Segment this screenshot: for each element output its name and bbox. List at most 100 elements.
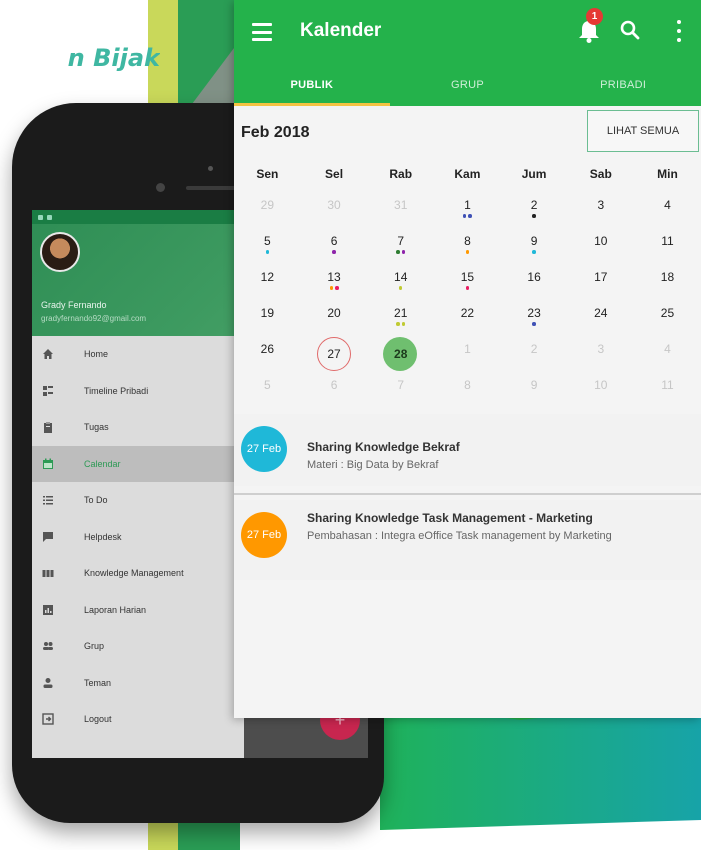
calendar-day[interactable]: 21 bbox=[367, 300, 434, 336]
menu-icon[interactable] bbox=[252, 23, 272, 41]
calendar-day[interactable]: 9 bbox=[501, 228, 568, 264]
calendar-day[interactable]: 13 bbox=[301, 264, 368, 300]
calendar-day-number: 17 bbox=[594, 270, 608, 284]
calendar-day[interactable]: 2 bbox=[501, 336, 568, 372]
event-title: Sharing Knowledge Bekraf bbox=[307, 440, 460, 454]
calendar-day-number: 29 bbox=[260, 198, 275, 212]
calendar-day-number: 3 bbox=[597, 342, 605, 356]
calendar-day-number: 2 bbox=[530, 342, 538, 356]
calendar-day-number: 16 bbox=[527, 270, 541, 284]
drawer-item-label: Calendar bbox=[84, 458, 121, 469]
calendar-week-row: 5 6 7 8 9 10 11 bbox=[234, 228, 701, 264]
event-date-badge: 27 Feb bbox=[241, 426, 287, 472]
calendar-day[interactable]: 5 bbox=[234, 372, 301, 408]
event-dot bbox=[401, 322, 406, 326]
calendar-day[interactable]: 19 bbox=[234, 300, 301, 336]
calendar-day[interactable]: 11 bbox=[634, 372, 701, 408]
see-all-button[interactable]: LIHAT SEMUA bbox=[587, 110, 699, 152]
event-dot bbox=[532, 322, 536, 326]
calendar-day[interactable]: 8 bbox=[434, 228, 501, 264]
calendar-day[interactable]: 6 bbox=[301, 372, 368, 408]
calendar-day[interactable]: 3 bbox=[567, 192, 634, 228]
calendar-day[interactable]: 2 bbox=[501, 192, 568, 228]
calendar-week-row: 5 6 7 8 9 10 11 bbox=[234, 372, 701, 408]
calendar-day[interactable]: 4 bbox=[634, 192, 701, 228]
event-dots bbox=[265, 250, 270, 254]
event-divider bbox=[234, 493, 701, 495]
event-dots bbox=[532, 214, 536, 218]
calendar-day-number: 26 bbox=[260, 342, 275, 356]
drawer-item-grup[interactable]: Grup bbox=[32, 628, 244, 665]
drawer-item-tugas[interactable]: Tugas bbox=[32, 409, 244, 446]
tab-pribadi[interactable]: PRIBADI bbox=[545, 66, 701, 106]
calendar-day[interactable]: 28 bbox=[367, 336, 434, 372]
drawer-item-laporan-harian[interactable]: Laporan Harian bbox=[32, 592, 244, 629]
calendar-day-number: 14 bbox=[394, 270, 408, 284]
event-item[interactable]: 27 Feb Sharing Knowledge Task Management… bbox=[234, 500, 701, 580]
drawer-item-timeline-pribadi[interactable]: Timeline Pribadi bbox=[32, 373, 244, 410]
calendar-day[interactable]: 30 bbox=[301, 192, 368, 228]
drawer-item-to-do[interactable]: To Do bbox=[32, 482, 244, 519]
calendar-day-number: 7 bbox=[397, 234, 405, 248]
calendar-day[interactable]: 10 bbox=[567, 372, 634, 408]
calendar-day[interactable]: 22 bbox=[434, 300, 501, 336]
calendar-day[interactable]: 26 bbox=[234, 336, 301, 372]
calendar-day[interactable]: 27 bbox=[301, 336, 368, 372]
calendar-day[interactable]: 24 bbox=[567, 300, 634, 336]
calendar-day[interactable]: 12 bbox=[234, 264, 301, 300]
drawer-item-label: To Do bbox=[84, 495, 108, 506]
event-dot bbox=[398, 286, 403, 290]
drawer-item-knowledge-management[interactable]: Knowledge Management bbox=[32, 555, 244, 592]
calendar-day[interactable]: 25 bbox=[634, 300, 701, 336]
event-description: Pembahasan : Integra eOffice Task manage… bbox=[307, 530, 612, 542]
drawer-item-helpdesk[interactable]: Helpdesk bbox=[32, 519, 244, 556]
event-item[interactable]: 27 Feb Sharing Knowledge Bekraf Materi :… bbox=[234, 414, 701, 486]
calendar-day-number: 27 bbox=[327, 347, 341, 361]
calendar-day[interactable]: 17 bbox=[567, 264, 634, 300]
drawer-item-home[interactable]: Home bbox=[32, 336, 244, 373]
weekday-label: Jum bbox=[521, 167, 547, 181]
calendar-day[interactable]: 15 bbox=[434, 264, 501, 300]
drawer-item-label: Logout bbox=[84, 714, 112, 725]
search-icon[interactable] bbox=[618, 18, 642, 42]
calendar-day[interactable]: 1 bbox=[434, 336, 501, 372]
calendar-day-number: 19 bbox=[260, 306, 275, 320]
chat-icon bbox=[42, 531, 54, 543]
calendar-day[interactable]: 20 bbox=[301, 300, 368, 336]
calendar-day[interactable]: 3 bbox=[567, 336, 634, 372]
drawer-item-label: Helpdesk bbox=[84, 531, 122, 542]
calendar-day[interactable]: 31 bbox=[367, 192, 434, 228]
calendar-day[interactable]: 1 bbox=[434, 192, 501, 228]
tab-grup[interactable]: GRUP bbox=[390, 66, 546, 106]
calendar-day[interactable]: 18 bbox=[634, 264, 701, 300]
drawer-item-label: Grup bbox=[84, 641, 105, 652]
calendar-day[interactable]: 10 bbox=[567, 228, 634, 264]
calendar-day[interactable]: 16 bbox=[501, 264, 568, 300]
calendar-day[interactable]: 14 bbox=[367, 264, 434, 300]
drawer-item-calendar[interactable]: Calendar bbox=[32, 445, 244, 482]
more-options-icon[interactable] bbox=[675, 20, 683, 42]
calendar-day-number: 2 bbox=[530, 198, 538, 212]
drawer-item-logout[interactable]: Logout bbox=[32, 701, 244, 738]
calendar-day[interactable]: 6 bbox=[301, 228, 368, 264]
calendar-day[interactable]: 7 bbox=[367, 228, 434, 264]
calendar-day[interactable]: 29 bbox=[234, 192, 301, 228]
event-dots bbox=[396, 322, 406, 326]
avatar[interactable] bbox=[40, 232, 80, 272]
calendar-day-number: 7 bbox=[397, 378, 405, 392]
calendar-day[interactable]: 7 bbox=[367, 372, 434, 408]
calendar-day[interactable]: 5 bbox=[234, 228, 301, 264]
calendar-day-number: 13 bbox=[327, 270, 341, 284]
calendar-day[interactable]: 11 bbox=[634, 228, 701, 264]
calendar-day-number: 11 bbox=[661, 234, 674, 248]
calendar-day[interactable]: 4 bbox=[634, 336, 701, 372]
books-icon bbox=[42, 567, 54, 579]
tab-publik[interactable]: PUBLIK bbox=[234, 66, 390, 106]
calendar-day[interactable]: 8 bbox=[434, 372, 501, 408]
drawer-item-teman[interactable]: Teman bbox=[32, 665, 244, 702]
calendar-day[interactable]: 23 bbox=[501, 300, 568, 336]
calendar-day-number: 6 bbox=[330, 378, 338, 392]
calendar-grid: 29 30 31 1 2 3 4 5 6 7 8 9 10 11 12 13 14 15 16 17 18 19 20 21 2… bbox=[234, 192, 701, 408]
calendar-day[interactable]: 9 bbox=[501, 372, 568, 408]
group-icon bbox=[42, 640, 54, 652]
